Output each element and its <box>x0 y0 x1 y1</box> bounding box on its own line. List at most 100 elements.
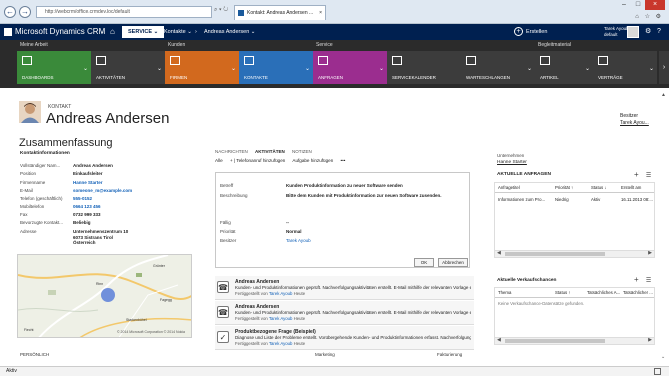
description-row[interactable]: Beschreibung Bitte dem Kunden mit Produkt… <box>220 193 468 200</box>
field-position[interactable]: Position Einkaufsleiter <box>20 171 200 178</box>
address-map[interactable]: Rinn Starkenbühel Fagegg Grünter Fiecht … <box>17 254 192 338</box>
company-link[interactable]: Hanne Starter <box>73 180 103 186</box>
address-tools-icon[interactable]: ⌕ ▾ ↻ <box>214 7 228 14</box>
field-fullname[interactable]: Vollständiger Nam... Andreas Andersen <box>20 163 200 170</box>
tile-anfragen[interactable]: Anfragen ⌄ <box>313 51 387 84</box>
due-row[interactable]: Fällig -- <box>220 220 468 227</box>
cases-hscrollbar[interactable]: ◀ ▶ <box>495 250 654 257</box>
add-opportunity-icon[interactable]: + <box>634 275 639 284</box>
user-avatar[interactable] <box>627 26 639 38</box>
cell-title[interactable]: Informationen zum Pro... <box>498 195 545 204</box>
forward-button[interactable]: → <box>19 6 31 18</box>
tile-kontakte[interactable]: Kontakte ⌄ <box>239 51 313 84</box>
tab-notizen[interactable]: Notizen <box>292 149 312 154</box>
tile-vertraege[interactable]: Verträge ⌄ <box>593 51 657 84</box>
tile-dashboards[interactable]: Dashboards ⌄ <box>17 51 91 84</box>
field-mobile[interactable]: Mobiltelefon 0664 123 456 <box>20 204 200 211</box>
field-address[interactable]: Adresse Unternehmenszentrum 10 6073 Sistr… <box>20 229 200 245</box>
col-header[interactable]: Thema <box>498 288 511 298</box>
owner-row[interactable]: Besitzer Tarek Ayoub <box>220 238 468 245</box>
col-header[interactable]: Tatsächliches A... <box>587 288 620 298</box>
sales-hscrollbar[interactable]: ◀ ▶ <box>495 337 654 344</box>
maximize-button[interactable]: □ <box>631 0 645 10</box>
scroll-left-icon[interactable]: ◀ <box>497 250 501 256</box>
subject-row[interactable]: Betreff Kunden Produktinformation zu neue… <box>220 183 468 190</box>
filter-all[interactable]: Alle <box>215 158 223 163</box>
field-email[interactable]: E-Mail someone_m@example.com <box>20 188 200 195</box>
field-label: Telefon (geschäftlich) <box>20 196 63 201</box>
col-header[interactable]: Status ↑ <box>555 288 571 298</box>
browser-tab[interactable]: Kontakt: Andreas Andersen ... × <box>234 5 326 20</box>
company-link[interactable]: Hanne Starter <box>497 160 527 165</box>
tile-aktivitaeten[interactable]: Aktivitäten ⌄ <box>91 51 165 84</box>
cancel-button[interactable]: Abbrechen <box>438 258 468 267</box>
add-phonecall-button[interactable]: + | Telefonanruf hinzufügen <box>230 158 285 163</box>
scroll-right-icon[interactable]: ▶ <box>648 250 652 256</box>
field-fax[interactable]: Fax 0732 999 333 <box>20 212 200 219</box>
app-title-chevron-icon[interactable]: ⌄ <box>100 24 105 40</box>
close-window-button[interactable]: × <box>645 0 665 10</box>
subject-value[interactable]: Kunden Produktinformation zu neuer Softw… <box>286 183 403 188</box>
browser-tools-icon[interactable]: ⌂ ☆ ⚙ <box>635 13 663 20</box>
create-button[interactable]: + Erstellen <box>514 24 547 40</box>
mobile-link[interactable]: 0664 123 456 <box>73 204 101 210</box>
tab-close-icon[interactable]: × <box>319 6 322 20</box>
help-icon[interactable]: ? <box>657 24 661 40</box>
user-info[interactable]: Tarek Ayoub default <box>604 26 629 38</box>
col-header[interactable]: Priorität ↑ <box>555 183 573 193</box>
meta-user-link[interactable]: Tarek Ayoub <box>269 291 293 296</box>
page-scrollbar[interactable]: ▲ ⌄ <box>661 92 667 360</box>
email-link[interactable]: someone_m@example.com <box>73 188 132 194</box>
tile-artikel[interactable]: Artikel ⌄ <box>535 51 593 84</box>
tile-firmen[interactable]: Firmen ⌄ <box>165 51 239 84</box>
priority-row[interactable]: Priorität Normal <box>220 229 468 236</box>
address-bar[interactable]: http://webcrm/office.crmdev.loc/default <box>36 6 212 18</box>
description-value[interactable]: Bitte dem Kunden mit Produktinformation … <box>286 193 442 198</box>
owner-link[interactable]: Tarek Ayou... <box>620 120 649 127</box>
meta-user-link[interactable]: Tarek Ayoub <box>269 341 293 346</box>
back-button[interactable]: ← <box>4 6 16 18</box>
nav-service[interactable]: SERVICE ⌄ <box>122 26 165 38</box>
table-row[interactable]: Informationen zum Pro... Niedrig Aktiv 1… <box>495 195 654 204</box>
ok-button[interactable]: OK <box>414 258 434 267</box>
save-icon[interactable] <box>654 368 661 375</box>
scroll-right-icon[interactable]: ▶ <box>648 337 652 343</box>
nav-kontakte[interactable]: Kontakte ⌄ <box>164 24 192 40</box>
scroll-down-icon[interactable]: ⌄ <box>661 354 665 360</box>
add-task-button[interactable]: Aufgabe hinzufügen <box>292 158 333 163</box>
priority-value[interactable]: Normal <box>286 229 302 234</box>
col-header[interactable]: Erstellt am <box>621 183 641 193</box>
activity-item[interactable]: ☎ Andreas Andersen Kunden- und Produktin… <box>215 301 474 325</box>
meta-user-link[interactable]: Tarek Ayoub <box>269 316 293 321</box>
nav-record[interactable]: Andreas Andersen ⌄ <box>204 24 255 40</box>
field-company[interactable]: Firmenname Hanne Starter <box>20 180 200 187</box>
home-icon[interactable]: ⌂ <box>110 24 115 40</box>
add-case-icon[interactable]: + <box>634 170 639 179</box>
col-header[interactable]: Tatsächlicher ... <box>623 288 653 298</box>
sitemap-next-icon[interactable]: › <box>659 51 669 84</box>
activity-item[interactable]: ✓ Produktbezogene Frage (Beispiel) Diagn… <box>215 326 474 350</box>
col-header[interactable]: Status ↓ <box>591 183 607 193</box>
activity-item[interactable]: ☎ Andreas Andersen Kunden- und Produktin… <box>215 276 474 300</box>
open-list-icon[interactable]: ☰ <box>646 173 651 179</box>
open-list-icon[interactable]: ☰ <box>646 278 651 284</box>
field-preferred-contact[interactable]: Bevorzugte Kontakt... Beliebig <box>20 220 200 227</box>
more-actions-icon[interactable]: ••• <box>341 158 346 163</box>
scroll-left-icon[interactable]: ◀ <box>497 337 501 343</box>
tile-servicekalender[interactable]: Servicekalender <box>387 51 461 84</box>
tab-aktivitaeten[interactable]: Aktivitäten <box>255 149 285 154</box>
scroll-thumb[interactable] <box>505 339 605 343</box>
contact-photo[interactable] <box>19 101 41 123</box>
col-header[interactable]: Anfragetitel <box>498 183 520 193</box>
settings-gear-icon[interactable]: ⚙ <box>645 24 651 40</box>
tab-nachrichten[interactable]: Nachrichten <box>215 149 248 154</box>
owner-value-link[interactable]: Tarek Ayoub <box>286 238 311 243</box>
phone-link[interactable]: 555-0152 <box>73 196 92 202</box>
scroll-up-icon[interactable]: ▲ <box>661 92 666 98</box>
scroll-thumb[interactable] <box>505 252 605 256</box>
due-value[interactable]: -- <box>286 220 289 225</box>
tile-warteschlangen[interactable]: Warteschlangen ⌄ <box>461 51 535 84</box>
minimize-button[interactable]: – <box>617 0 631 10</box>
field-phone-business[interactable]: Telefon (geschäftlich) 555-0152 <box>20 196 200 203</box>
app-title[interactable]: Microsoft Dynamics CRM <box>15 24 105 40</box>
